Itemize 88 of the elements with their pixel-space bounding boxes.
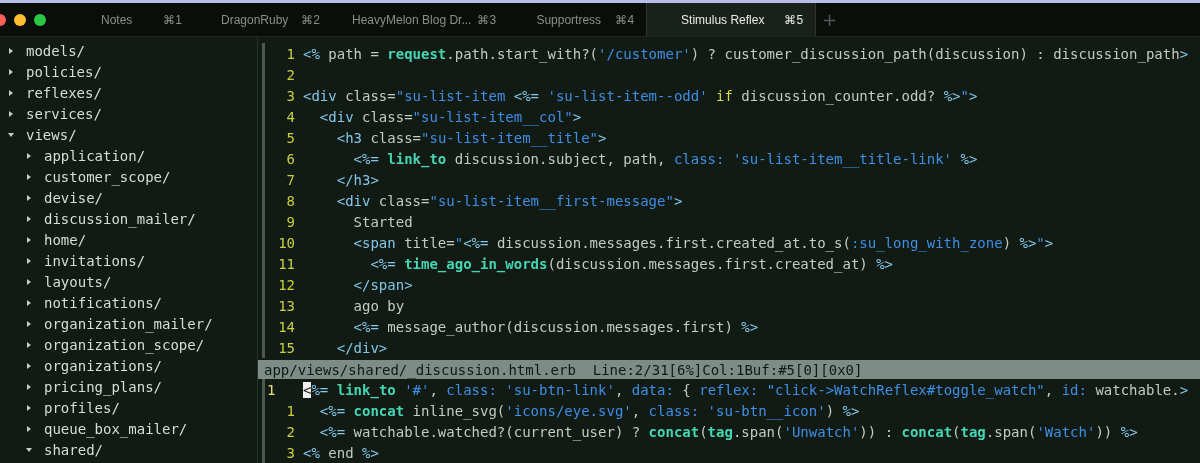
tree-item[interactable]: organization_mailer/ [0,313,257,334]
caret-right-icon [26,404,32,411]
code-line: <%= concat inline_svg('icons/eye.svg', class: 'su-btn__icon') %> [318,402,860,419]
caret-right-icon [8,47,14,54]
tree-item[interactable]: policies/ [0,61,257,82]
caret-right-icon [26,299,32,306]
tab[interactable]: Stimulus Reflex ⌘5 [646,3,817,36]
code-line: <h3 class="su-list-item__title"> [335,129,607,146]
code-line: <div class="su-list-item__first-message"> [335,192,683,209]
code-line: <span title="<%= discussion.messages.first.created_at.to_s(:su_long_with_zone) %>"> [352,234,1054,251]
tree-item[interactable]: pricing_plans/ [0,376,257,397]
caret-right-icon [8,89,14,96]
code-line: </span> [352,276,413,293]
line-number: 1 [285,402,295,419]
line-number: 8 [285,192,295,209]
tree-item[interactable]: layouts/ [0,271,257,292]
line-number: 5 [285,129,295,146]
code-line: </div> [335,339,388,356]
line-number: 1 [267,381,277,398]
code-line: <%= time_ago_in_words(discussion.messages.first.created_at) %> [369,255,894,272]
tree-item[interactable]: notifications/ [0,292,257,313]
line-number: 13 [277,297,295,314]
caret-right-icon [26,257,32,264]
tab[interactable]: HeavyMelon Blog Dr... ⌘3 [332,3,509,36]
caret-right-icon [26,383,32,390]
tree-item[interactable]: organizations/ [0,355,257,376]
tree-item[interactable]: views/ [0,124,257,145]
tab-shortcut: ⌘2 [301,12,320,27]
maximize-icon[interactable] [34,13,46,26]
tab-shortcut: ⌘3 [477,12,497,27]
code-line: <%= link_to discussion.subject, path, class: 'su-list-item__title-link' %> [352,150,978,167]
tree-item[interactable]: discussion_mailer/ [0,208,257,229]
line-number: 12 [277,276,295,293]
caret-right-icon [26,236,32,243]
tab-shortcut: ⌘4 [615,12,635,27]
line-number: 9 [285,213,295,230]
tree-item[interactable]: reflexes/ [0,82,257,103]
tree-item[interactable]: customer_scope/ [0,166,257,187]
caret-right-icon [8,110,14,117]
code-line: <% path = request.path.start_with?('/customer') ? customer_discussion_path(discussion) : discussion_path> [303,45,1189,62]
minimize-icon[interactable] [14,13,26,26]
tree-item[interactable]: models/ [0,40,257,61]
code-line: Started [352,213,413,230]
code-line: <%= message_author(discussion.messages.first) %> [352,318,759,335]
tree-item[interactable]: shared/ [0,439,257,460]
caret-down-icon [26,446,32,453]
tab-shortcut: ⌘5 [784,12,804,27]
caret-right-icon [26,215,32,222]
code-line: <div class="su-list-item <%= 'su-list-item--odd' if discussion_counter.odd? %>"> [303,87,978,104]
code-line: <% end %> [303,444,379,461]
tree-item[interactable]: home/ [0,229,257,250]
line-number: 7 [285,171,295,188]
caret-right-icon [26,194,32,201]
tab-shortcut: ⌘1 [163,12,182,27]
tree-item[interactable]: organization_scope/ [0,334,257,355]
caret-right-icon [26,278,32,285]
code-line: <div class="su-list-item__col"> [318,108,582,125]
caret-right-icon [26,173,32,180]
line-number: 1 [285,45,295,62]
tab[interactable]: Supportress ⌘4 [508,3,647,36]
tab[interactable]: Notes ⌘1 [56,3,194,36]
line-number: 11 [277,255,295,272]
tree-item[interactable]: application/ [0,145,257,166]
line-number: 2 [285,66,295,83]
caret-right-icon [26,320,32,327]
caret-right-icon [26,152,32,159]
code-line: <%= watchable.watched?(current_user) ? concat(tag.span('Unwatch')) : concat(tag.span('Watch')) %> [318,423,1138,440]
line-number: 6 [285,150,295,167]
caret-right-icon [8,68,14,75]
caret-right-icon [26,425,32,432]
caret-right-icon [26,362,32,369]
line-number: 15 [277,339,295,356]
line-number: 14 [277,318,295,335]
tree-item[interactable]: devise/ [0,187,257,208]
tree-item[interactable]: invitations/ [0,250,257,271]
code-line: </h3> [335,171,379,188]
tree-item[interactable]: queue_box_mailer/ [0,418,257,439]
line-number: 3 [285,444,295,461]
tree-item[interactable]: profiles/ [0,397,257,418]
caret-right-icon [26,341,32,348]
line-number: 3 [285,87,295,104]
code-line: ago by [352,297,405,314]
tab[interactable]: DragonRuby ⌘2 [194,3,332,36]
tree-item[interactable]: services/ [0,103,257,124]
line-number: 2 [285,423,295,440]
line-number: 4 [285,108,295,125]
line-number: 10 [277,234,295,251]
caret-down-icon [8,131,14,138]
